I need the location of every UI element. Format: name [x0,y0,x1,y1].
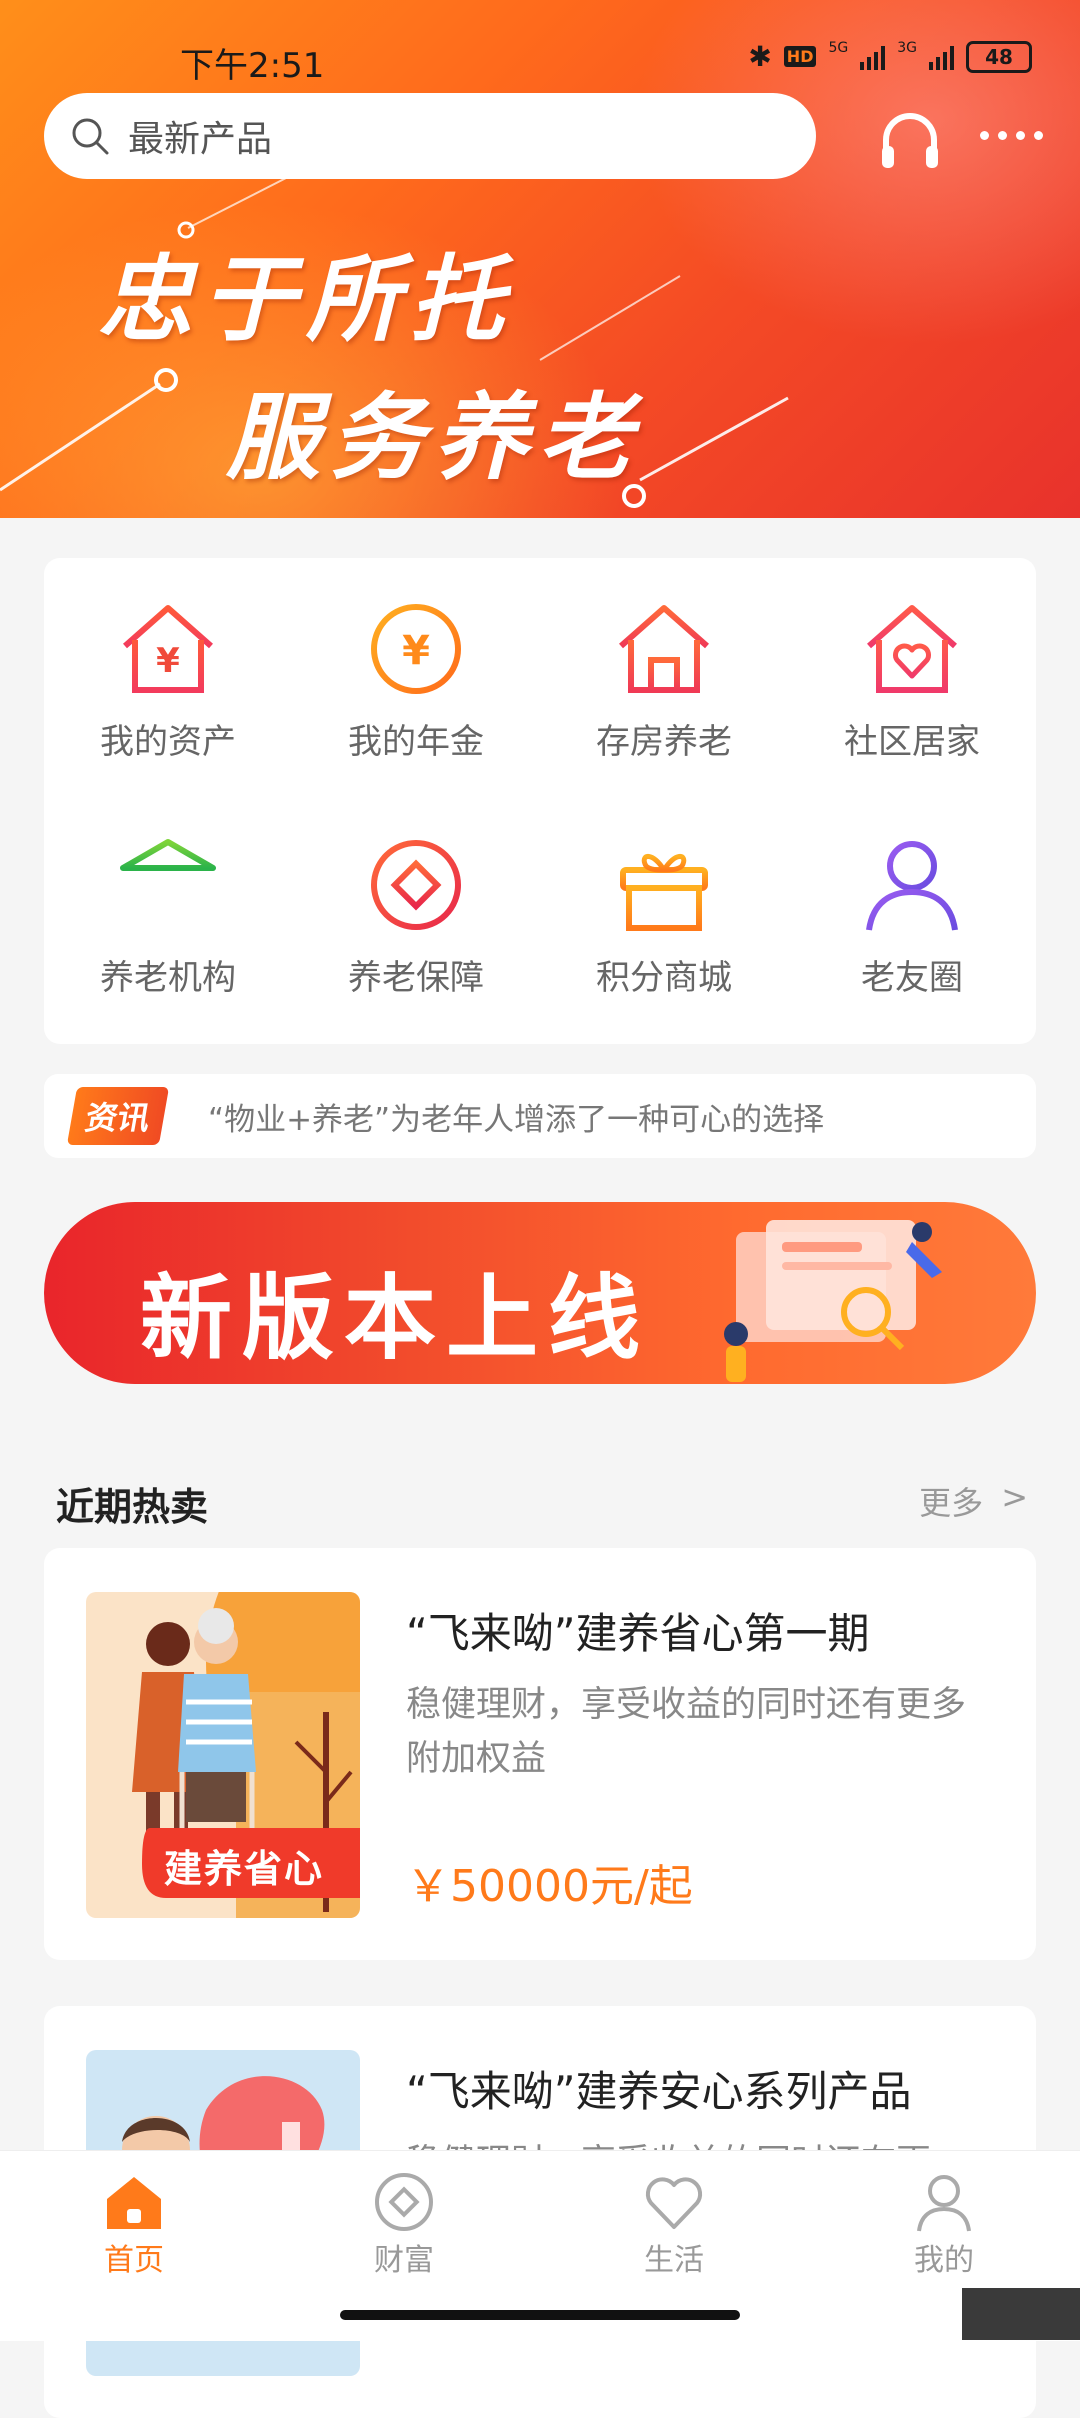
shortcut-grid: ¥ 我的资产 ¥ 我的年金 存房养老 社区居家 养老机构 养老保障 积分商城 老… [44,558,1036,1044]
tab-label: 我的 [914,2243,974,2278]
search-icon [72,118,109,155]
svg-text:¥: ¥ [402,628,430,674]
shortcut-my-annuity[interactable]: ¥ 我的年金 [292,558,540,788]
shortcut-label: 养老机构 [100,958,236,998]
shortcut-label: 老友圈 [861,958,963,998]
shortcut-house-pension[interactable]: 存房养老 [540,558,788,788]
user-icon [917,2175,971,2232]
bluetooth-icon: ✱ [748,40,772,73]
wealth-icon [375,2173,433,2231]
shortcut-points-mall[interactable]: 积分商城 [540,794,788,1024]
shortcut-label: 存房养老 [596,722,732,762]
hero-slogan-line1: 忠于所托 [98,245,515,355]
house-icon [619,605,709,693]
more-link-label: 更多 [919,1484,984,1522]
more-menu-icon[interactable] [980,131,1043,140]
shortcut-label: 养老保障 [348,958,484,998]
product-card[interactable]: 建养省心 “飞来呦”建养省心第一期 稳健理财，享受收益的同时还有更多附加权益 ￥… [44,1548,1036,1960]
hero-slogan-line2: 服务养老 [226,383,643,493]
status-time: 下午2:51 [180,46,325,86]
network-3g-label: 3G [897,40,917,56]
signal-icon [860,44,886,70]
chevron-right-icon: > [1001,1478,1028,1516]
product-price: ￥50000元/起 [406,1861,693,1912]
tab-mine[interactable]: 我的 [854,2171,1034,2279]
product-image-label: 建养省心 [164,1847,325,1891]
hd-badge: HD [783,46,817,67]
tab-label: 生活 [644,2243,704,2278]
tab-wealth[interactable]: 财富 [314,2171,494,2279]
promo-illustration [724,1220,942,1382]
shortcut-my-assets[interactable]: ¥ 我的资产 [44,558,292,788]
more-link[interactable]: 更多 > [919,1478,1028,1524]
heart-icon [645,2177,703,2229]
shortcut-old-friends-circle[interactable]: 老友圈 [788,794,1036,1024]
svg-text:¥: ¥ [156,641,180,681]
tab-label: 首页 [104,2243,164,2278]
search-input[interactable]: 最新产品 [44,93,816,179]
product-title: “飞来呦”建养安心系列产品 [406,2067,912,2116]
shortcut-label: 我的资产 [100,722,236,762]
signal-icon-2 [929,44,954,70]
corner-overlay [962,2288,1080,2340]
product-description: 稳健理财，享受收益的同时还有更多附加权益 [406,1685,967,1779]
shortcut-pension-institution[interactable]: 养老机构 [44,794,292,1024]
hero-banner[interactable]: 下午2:51 ✱ HD 5G 3G 48 最新产品 忠于所托 服务养老 [0,0,1080,518]
house-yen-icon: ¥ [123,605,213,693]
home-indicator[interactable] [340,2310,740,2320]
tab-home[interactable]: 首页 [44,2171,224,2279]
headset-icon[interactable] [878,108,942,172]
shortcut-pension-security[interactable]: 养老保障 [292,794,540,1024]
tab-label: 财富 [374,2243,434,2278]
status-bar: 下午2:51 ✱ HD 5G 3G 48 [0,34,1080,86]
product-title: “飞来呦”建养省心第一期 [406,1609,870,1658]
gift-icon [620,854,708,931]
search-placeholder: 最新产品 [128,119,273,160]
diamond-circle-icon [371,840,461,930]
news-headline[interactable]: “物业+养老”为老年人增添了一种可心的选择 [208,1094,824,1139]
promo-banner[interactable]: 新版本上线 [44,1202,1036,1384]
news-tag: 资讯 [66,1087,170,1145]
battery-icon: 48 [966,40,1032,73]
promo-banner-text: 新版本上线 [140,1265,651,1372]
yen-coin-icon: ¥ [371,604,461,694]
network-5g-label: 5G [828,40,849,56]
news-ticker[interactable]: 资讯 “物业+养老”为老年人增添了一种可心的选择 [44,1074,1036,1158]
home-icon [107,2177,161,2229]
tab-life[interactable]: 生活 [584,2171,764,2279]
person-icon [866,841,958,931]
shortcut-label: 我的年金 [348,722,484,762]
shortcut-label: 积分商城 [596,958,732,998]
house-heart-icon [867,605,957,693]
shortcut-label: 社区居家 [844,722,980,762]
hot-section-title: 近期热卖 [56,1485,209,1529]
product-image: 建养省心 [86,1592,360,1918]
shortcut-community-home[interactable]: 社区居家 [788,558,1036,788]
institution-icon [120,839,216,929]
